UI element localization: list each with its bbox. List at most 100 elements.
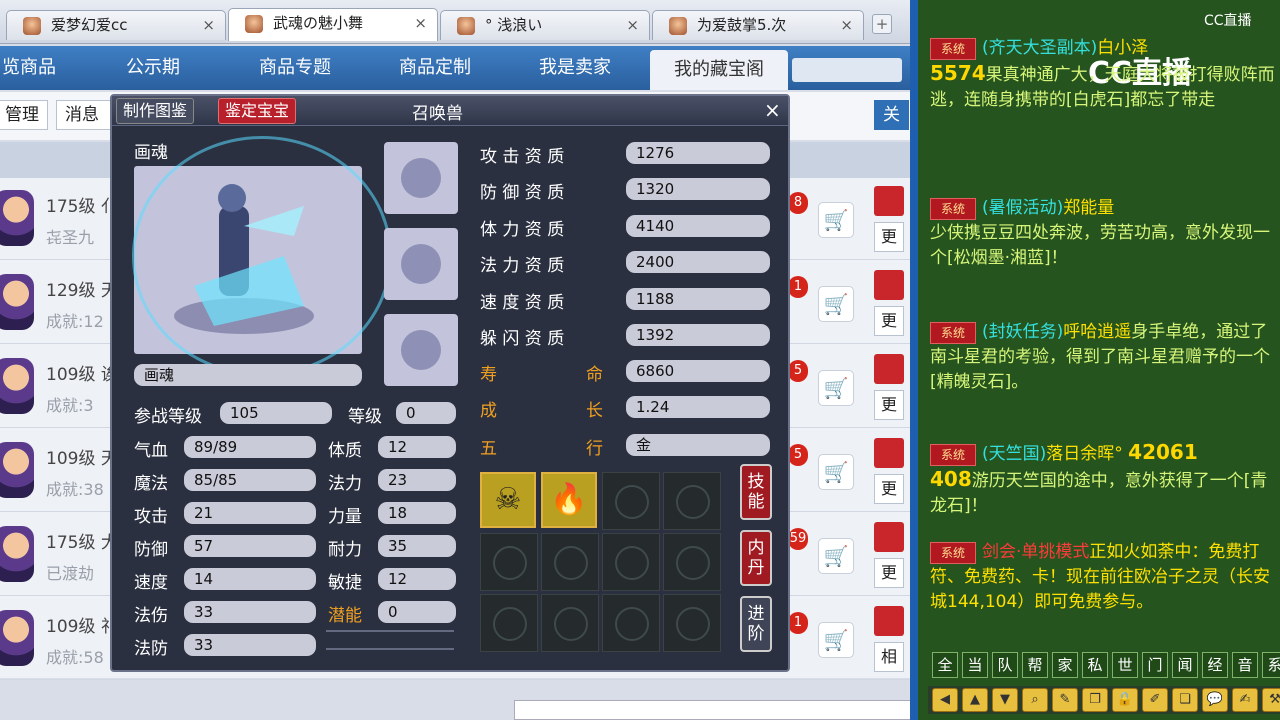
aptitude-value: 1276 [626,142,770,164]
new-tab-button[interactable]: + [872,14,892,34]
level-label: 等级 [348,407,382,427]
nav-my-treasure[interactable]: 我的藏宝阁 [650,50,788,90]
buy-button[interactable] [874,186,904,216]
cart-icon[interactable]: 🛒 [818,286,854,322]
arrow-left-icon[interactable]: ◀ [932,688,958,712]
cart-icon[interactable]: 🛒 [818,454,854,490]
chat-message: 系统 剑会·单挑模式正如火如荼中：免费打符、免费药、卡！现在前往欧冶子之灵（长安城… [930,542,1270,612]
site-nav: 览商品 公示期 商品专题 商品定制 我是卖家 我的藏宝阁 [0,46,910,90]
equip-slot-3[interactable] [384,314,458,386]
channel-economy[interactable]: 经 [1202,652,1228,678]
close-icon[interactable]: × [202,11,215,39]
channel-system[interactable]: 系 [1262,652,1280,678]
manage-button[interactable]: 管理 [0,100,48,130]
search-input[interactable] [792,58,902,82]
close-icon[interactable]: × [414,9,427,37]
lock-icon[interactable]: 🔒 [1112,688,1138,712]
paste-icon[interactable]: ❏ [1172,688,1198,712]
item-level: 109级 天 [46,449,118,469]
cart-icon[interactable]: 🛒 [818,538,854,574]
buy-button[interactable] [874,354,904,384]
empty-skill-slot[interactable] [663,533,721,591]
channel-world[interactable]: 世 [1112,652,1138,678]
more-button[interactable]: 更 [874,390,904,420]
count-badge: 5 [788,444,808,466]
empty-skill-slot[interactable] [663,594,721,652]
empty-skill-slot[interactable] [602,533,660,591]
battle-level-value: 105 [220,402,332,424]
chat-message: 系统 (封妖任务)呼哈逍遥身手卓绝，通过了南斗星君的考验，得到了南斗星君赠予的一个… [930,322,1270,392]
copy-icon[interactable]: ❐ [1082,688,1108,712]
equip-slot-1[interactable] [384,142,458,214]
message-button[interactable]: 消息提 [56,100,116,130]
channel-team[interactable]: 队 [992,652,1018,678]
channel-all[interactable]: 全 [932,652,958,678]
hammer-icon[interactable]: ⚒ [1262,688,1280,712]
count-badge: 59 [788,528,808,550]
tab-appraise[interactable]: 鉴定宝宝 [218,98,297,124]
close-icon[interactable]: × [626,11,639,39]
cart-icon[interactable]: 🛒 [818,202,854,238]
item-level: 175级 亻 [46,197,118,217]
cart-icon[interactable]: 🛒 [818,622,854,658]
empty-skill-slot[interactable] [480,533,538,591]
channel-guild[interactable]: 帮 [1022,652,1048,678]
close-icon[interactable]: × [764,98,781,122]
browser-tab-1[interactable]: 爱梦幻爱cc × [6,10,226,40]
arrow-down-icon[interactable]: ▼ [992,688,1018,712]
more-button[interactable]: 更 [874,474,904,504]
attr-value: 18 [378,502,456,524]
system-tag: 系统 [930,198,976,220]
empty-skill-slot[interactable] [663,472,721,530]
edit-icon[interactable]: ✍ [1232,688,1258,712]
nav-browse[interactable]: 览商品 [0,46,64,90]
search-icon[interactable]: ⌕ [1022,688,1048,712]
nav-topics[interactable]: 商品专题 [228,46,362,90]
more-button[interactable]: 更 [874,306,904,336]
browser-tab-2[interactable]: 武魂の魅小舞 × [228,8,438,41]
cart-icon[interactable]: 🛒 [818,370,854,406]
channel-current[interactable]: 当 [962,652,988,678]
chat-message: 系统 (齐天大圣副本)白小泽 5574果真神通广大，天庭大将被打得败阵而逃，连随身… [930,38,1275,110]
inner-core-button[interactable]: 内丹 [740,530,772,586]
buy-button[interactable] [874,270,904,300]
nav-seller[interactable]: 我是卖家 [510,46,640,90]
empty-skill-slot[interactable] [541,594,599,652]
note-icon[interactable]: ✎ [1052,688,1078,712]
arrow-up-icon[interactable]: ▲ [962,688,988,712]
buy-button[interactable] [874,438,904,468]
equip-slot-2[interactable] [384,228,458,300]
empty-skill-slot[interactable] [541,533,599,591]
buy-button[interactable] [874,606,904,636]
skull-skill-icon[interactable]: ☠ [480,472,536,528]
item-level: 175级 大 [46,533,118,553]
channel-sect[interactable]: 门 [1142,652,1168,678]
channel-news[interactable]: 闻 [1172,652,1198,678]
chat-message: 系统 (暑假活动)郑能量 少侠携豆豆四处奔波，劳苦功高，意外发现一个[松烟墨·湘蓝… [930,198,1270,268]
more-button[interactable]: 更 [874,222,904,252]
aptitude-value: 1392 [626,324,770,346]
right-button[interactable]: 关 [874,100,909,130]
empty-skill-slot[interactable] [480,594,538,652]
channel-family[interactable]: 家 [1052,652,1078,678]
close-icon[interactable]: × [840,11,853,39]
browser-tab-4[interactable]: 为爱鼓掌5.次 × [652,10,864,40]
buy-button[interactable] [874,522,904,552]
more-button[interactable]: 相 [874,642,904,672]
empty-skill-slot[interactable] [602,472,660,530]
tab-make-atlas[interactable]: 制作图鉴 [116,98,195,124]
browser-tab-3[interactable]: ° 浅浪い × [440,10,650,40]
empty-skill-slot[interactable] [602,594,660,652]
taskbar-item[interactable] [514,700,964,720]
fire-skill-icon[interactable]: 🔥 [541,472,597,528]
advance-button[interactable]: 进阶 [740,596,772,652]
skills-button[interactable]: 技能 [740,464,772,520]
nav-custom[interactable]: 商品定制 [370,46,500,90]
chat-bubble-icon[interactable]: 💬 [1202,688,1228,712]
more-button[interactable]: 更 [874,558,904,588]
attr-label: 敏捷 [328,573,362,593]
channel-voice[interactable]: 音 [1232,652,1258,678]
channel-private[interactable]: 私 [1082,652,1108,678]
brush-icon[interactable]: ✐ [1142,688,1168,712]
nav-public[interactable]: 公示期 [88,46,218,90]
